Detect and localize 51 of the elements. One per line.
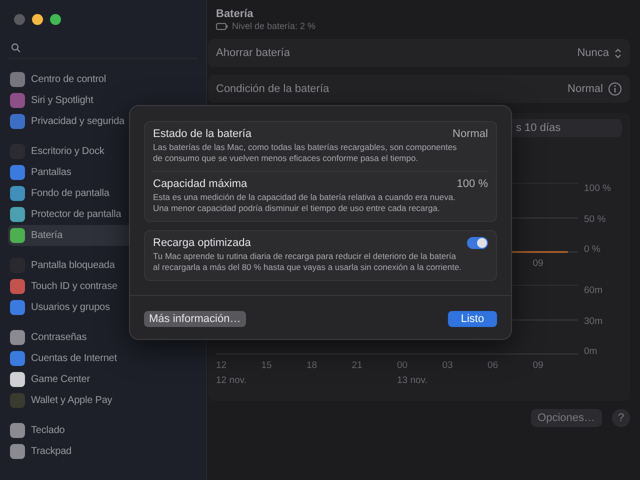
sidebar-item[interactable]: Teclado [8,420,198,441]
axis-label: 18 [306,360,318,370]
sidebar-item[interactable]: Game Center [8,369,198,390]
section-value: Normal [452,128,488,140]
row-label: Ahorrar batería [216,47,290,59]
sidebar-item[interactable]: Wallet y Apple Pay [8,390,198,411]
search-icon [11,43,21,53]
axis-label: 12 [216,360,228,370]
axis-label: 50 % [584,214,607,224]
section-title: Capacidad máxima [153,178,248,190]
close-button[interactable] [14,14,25,25]
minimize-button[interactable] [32,14,43,25]
sidebar-item[interactable]: Contraseñas [8,327,198,348]
section-description: Esta es una medición de la capacidad de la batería relativa a cuando era nueva. Una menor capacidad podría disminuir el tiempo de uso entre cada recarga. [153,192,456,214]
axis-label: 09 [532,258,544,268]
options-button[interactable]: Opciones… [530,409,602,427]
stepper-icon[interactable] [614,48,622,58]
axis-label: 0m [584,346,598,357]
axis-label: 100 % [584,183,612,194]
row-value: Nunca [577,47,609,59]
axis-label: 0 % [584,244,602,255]
more-info-button[interactable]: Más información… [144,311,246,327]
sidebar-item[interactable]: Centro de control [8,69,198,90]
axis-label: 00 [397,360,409,370]
page-title: Batería [216,8,254,20]
sidebar-item[interactable]: Trackpad [8,441,198,462]
section-value: 100 % [456,178,488,190]
section-description: Las baterías de las Mac, como todas las baterías recargables, son componentes de consumo que se vuelven menos eficaces conforme pasa el tiempo. [153,142,458,164]
info-icon[interactable] [608,82,622,96]
toggle-switch[interactable] [467,237,488,249]
help-button[interactable]: ? [612,409,630,427]
axis-label: 15 [261,360,273,370]
row-value: Normal [568,83,603,95]
sidebar-item[interactable]: Cuentas de Internet [8,348,198,369]
battery-icon [216,22,228,30]
row-label: Condición de la batería [216,83,330,95]
axis-label: 30m [584,316,604,326]
section-description: Tu Mac aprende tu rutina diaria de recarga para reducir el deterioro de la batería al recargarla a más del 80 % hasta que vayas a usarla sin conexión a la corriente. [153,251,463,273]
date-label: 13 nov. [397,374,428,386]
sidebar-item[interactable]: Siri y Spotlight [8,90,198,111]
axis-label: 06 [488,360,500,370]
sidebar-item[interactable]: Touch ID y contrase [8,276,198,297]
axis-label: 21 [352,360,364,370]
zoom-button[interactable] [50,14,61,25]
done-button[interactable]: Listo [448,311,497,327]
date-label: 12 nov. [216,374,248,386]
axis-label: 60m [584,285,604,296]
battery-level-text: Nivel de batería: 2 % [232,21,316,31]
axis-label: 09 [532,360,544,370]
axis-label: 03 [442,360,454,370]
section-title: Estado de la batería [153,128,252,140]
